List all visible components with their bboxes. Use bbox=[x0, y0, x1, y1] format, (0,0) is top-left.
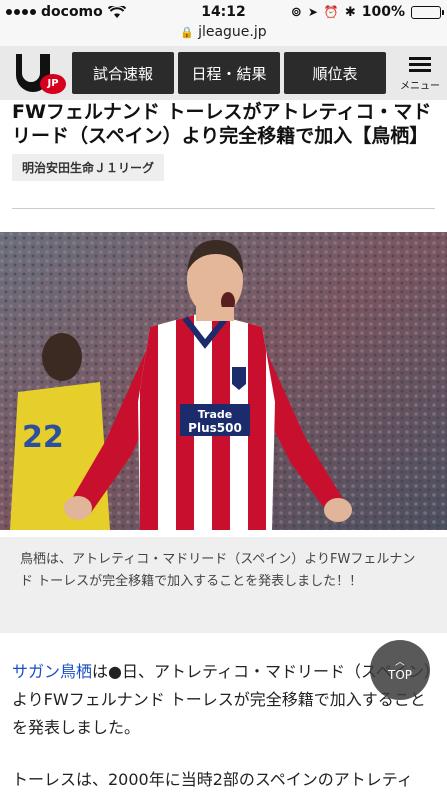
sponsor-line1: Trade bbox=[198, 408, 232, 421]
alarm-icon: ⏰ bbox=[323, 5, 339, 19]
nav-schedule-results-button[interactable]: 日程・結果 bbox=[178, 52, 280, 94]
battery-percent: 100% bbox=[361, 4, 405, 20]
rotation-lock-icon: ⊚ bbox=[290, 4, 302, 20]
nav-match-live-button[interactable]: 試合速報 bbox=[72, 52, 174, 94]
chevron-up-icon: ︿ bbox=[395, 657, 405, 668]
url-bar[interactable]: 🔒 jleague.jp bbox=[0, 24, 447, 46]
scroll-top-button[interactable]: ︿ TOP bbox=[370, 640, 430, 700]
menu-label: メニュー bbox=[400, 81, 440, 92]
club-link[interactable]: サガン鳥栖 bbox=[12, 662, 92, 681]
lock-icon: 🔒 bbox=[180, 26, 195, 39]
article-photo: 22 Trade Plus500 bbox=[0, 232, 447, 530]
article-body-paragraph-2: トーレスは、2000年に当時2部のスペインのアトレティ bbox=[12, 770, 413, 789]
article-title-line1: FWフェルナンド トーレスがアトレティコ・マド bbox=[12, 101, 432, 123]
jleague-logo[interactable]: JP bbox=[10, 52, 66, 94]
status-bar: docomo 14:12 ⊚ ➤ ⏰ ✱ 100% bbox=[0, 0, 447, 24]
nav-standings-button[interactable]: 順位表 bbox=[284, 52, 386, 94]
location-icon: ➤ bbox=[307, 5, 318, 19]
photo-caption: 鳥栖は、アトレティコ・マドリード（スペイン）よりFWフェルナンド トーレスが完全… bbox=[0, 537, 447, 633]
bg-player-number: 22 bbox=[22, 420, 64, 455]
divider bbox=[12, 208, 435, 209]
menu-button[interactable]: メニュー bbox=[393, 46, 447, 100]
top-label: TOP bbox=[387, 668, 412, 682]
url-text: jleague.jp bbox=[198, 24, 267, 40]
logo-badge: JP bbox=[40, 74, 66, 94]
league-tag[interactable]: 明治安田生命Ｊ１リーグ bbox=[12, 154, 165, 181]
site-header: JP 試合速報 日程・結果 順位表 メニュー bbox=[0, 46, 447, 100]
battery-icon bbox=[411, 5, 444, 19]
article-title: FWフェルナンド トーレスがアトレティコ・マド リード（スペイン）より完全移籍で… bbox=[12, 100, 437, 148]
bluetooth-icon: ✱ bbox=[344, 4, 356, 20]
sponsor-line2: Plus500 bbox=[188, 421, 242, 435]
hamburger-icon bbox=[409, 54, 431, 75]
article-title-line2: リード（スペイン）より完全移籍で加入【鳥栖】 bbox=[12, 125, 429, 147]
